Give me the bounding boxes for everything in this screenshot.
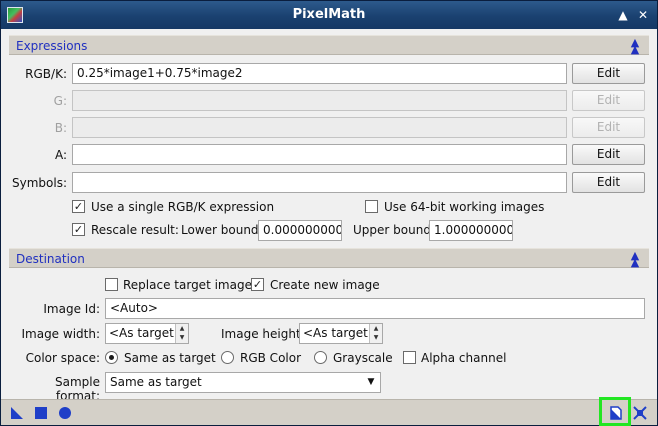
color-space-label: Color space: — [25, 351, 100, 365]
single-rgbk-checkbox[interactable]: ✓ — [72, 200, 85, 213]
expressions-section-header[interactable]: Expressions ▲ ▲ — [9, 35, 649, 55]
image-height-label: Image height: — [221, 327, 305, 341]
spin-down-icon[interactable]: ▼ — [176, 333, 188, 342]
image-width-value: <As target> — [109, 326, 184, 340]
spin-up-icon[interactable]: ▲ — [176, 324, 188, 333]
alpha-channel-label: Alpha channel — [421, 351, 507, 365]
b-expression-field[interactable] — [72, 117, 567, 138]
image-id-field[interactable]: <Auto> — [105, 298, 645, 319]
g-expression-field[interactable] — [72, 90, 567, 111]
sample-format-select[interactable]: Same as target ▼ — [105, 372, 381, 393]
app-icon — [7, 7, 23, 23]
title-bar[interactable]: PixelMath ▲︎ ✕ — [1, 1, 657, 29]
destination-header-label: Destination — [16, 252, 85, 266]
chevron-down-icon: ▼ — [367, 377, 375, 387]
image-height-spin-arrows: ▲ ▼ — [369, 324, 382, 343]
apply-icon[interactable] — [58, 406, 72, 420]
symbols-field[interactable] — [72, 172, 567, 193]
rgbk-label: RGB/K: — [25, 67, 67, 81]
image-width-spin-arrows: ▲ ▼ — [175, 324, 188, 343]
symbols-label: Symbols: — [12, 176, 67, 190]
image-height-spinner[interactable]: <As target> ▲ ▼ — [299, 323, 383, 344]
a-label: A: — [54, 148, 67, 162]
create-new-checkbox[interactable]: ✓ — [251, 278, 264, 291]
a-expression-field[interactable] — [72, 144, 567, 165]
spin-up-icon[interactable]: ▲ — [370, 324, 382, 333]
collapse-expressions-icon[interactable]: ▲ ▲ — [629, 37, 641, 55]
image-width-label: Image width: — [21, 327, 100, 341]
color-space-same-radio[interactable] — [105, 351, 118, 364]
reset-icon[interactable] — [633, 406, 647, 420]
collapse-destination-icon[interactable]: ▲ ▲ — [629, 250, 641, 268]
edit-rgbk-button[interactable]: Edit — [572, 63, 645, 84]
edit-symbols-button[interactable]: Edit — [572, 172, 645, 193]
lower-bound-field[interactable]: 0.0000000000 — [258, 220, 342, 241]
lower-bound-label: Lower bound: — [181, 223, 263, 237]
window-title: PixelMath — [292, 7, 366, 22]
edit-a-button[interactable]: Edit — [572, 144, 645, 165]
destination-section-header[interactable]: Destination ▲ ▲ — [9, 248, 649, 268]
close-icon[interactable]: ✕ — [635, 7, 651, 23]
use-64bit-label: Use 64-bit working images — [384, 200, 545, 214]
g-label: G: — [53, 94, 67, 108]
alpha-channel-checkbox[interactable] — [403, 351, 416, 364]
upper-bound-label: Upper bound: — [353, 223, 435, 237]
image-width-spinner[interactable]: <As target> ▲ ▼ — [105, 323, 189, 344]
apply-global-icon[interactable] — [34, 406, 48, 420]
single-rgbk-label: Use a single RGB/K expression — [91, 200, 275, 214]
use-64bit-checkbox[interactable] — [365, 200, 378, 213]
color-space-gray-label: Grayscale — [333, 351, 393, 365]
edit-b-button[interactable]: Edit — [572, 117, 645, 138]
upper-bound-field[interactable]: 1.0000000000 — [429, 220, 513, 241]
replace-target-checkbox[interactable] — [105, 278, 118, 291]
sample-format-value: Same as target — [110, 375, 202, 389]
image-height-value: <As target> — [303, 326, 378, 340]
color-space-rgb-label: RGB Color — [240, 351, 302, 365]
replace-target-label: Replace target image — [123, 278, 252, 292]
color-space-rgb-radio[interactable] — [221, 351, 234, 364]
color-space-same-label: Same as target — [124, 351, 216, 365]
highlight-box — [599, 397, 631, 426]
create-new-label: Create new image — [270, 278, 380, 292]
pixelmath-window: PixelMath ▲︎ ✕ Expressions ▲ ▲ RGB/K: 0.2… — [0, 0, 658, 426]
image-id-label: Image Id: — [43, 302, 100, 316]
rgbk-expression-field[interactable]: 0.25*image1+0.75*image2 — [72, 63, 567, 84]
color-space-gray-radio[interactable] — [314, 351, 327, 364]
rescale-checkbox[interactable]: ✓ — [72, 223, 85, 236]
process-control-bar — [1, 399, 657, 425]
expressions-header-label: Expressions — [16, 39, 88, 53]
b-label: B: — [54, 121, 67, 135]
shade-icon[interactable]: ▲︎ — [615, 7, 631, 23]
spin-down-icon[interactable]: ▼ — [370, 333, 382, 342]
rescale-label: Rescale result: — [91, 223, 179, 237]
new-instance-icon[interactable] — [10, 406, 24, 420]
edit-g-button[interactable]: Edit — [572, 90, 645, 111]
